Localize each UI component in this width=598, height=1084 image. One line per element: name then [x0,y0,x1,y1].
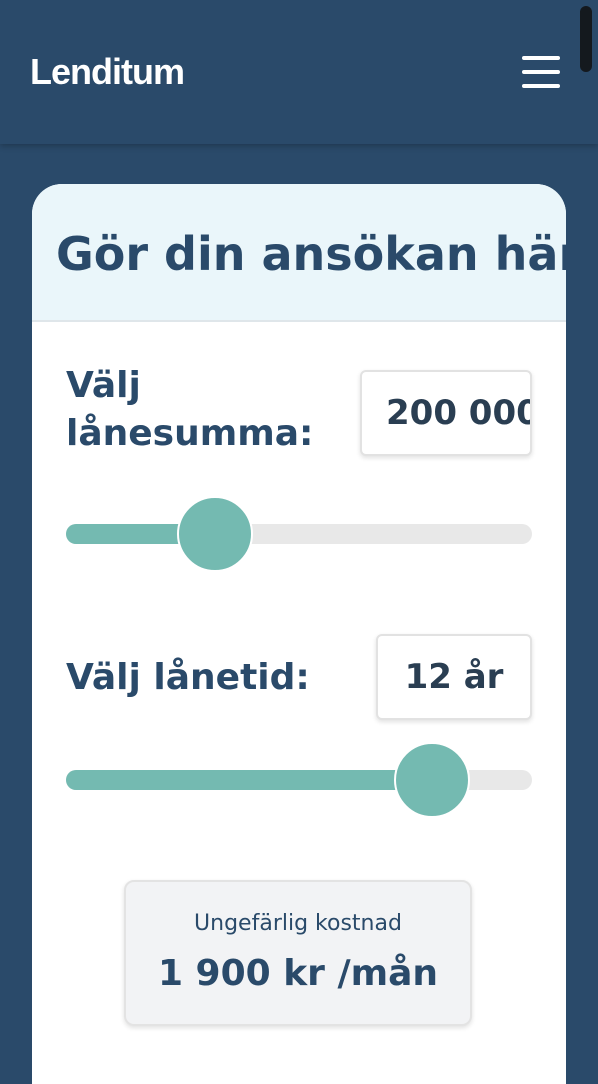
menu-line [522,56,560,60]
term-slider-fill [66,770,432,790]
scrollbar-thumb[interactable] [580,6,592,72]
menu-line [522,70,560,74]
cost-value: 1 900 kr /mån [157,953,439,994]
amount-slider-thumb[interactable] [177,496,254,572]
hamburger-menu-icon[interactable] [522,56,560,88]
term-label: Välj lånetid: [66,657,310,698]
amount-slider[interactable] [66,496,532,572]
term-input[interactable]: 12 år [376,634,532,720]
term-slider-thumb[interactable] [393,742,470,818]
amount-label: Välj lånesumma: [66,365,314,454]
site-header: Lenditum [0,0,598,144]
application-card: Gör din ansökan här Välj lånesumma: 200 … [32,184,566,1084]
menu-line [522,84,560,88]
lenditum-logo[interactable]: Lenditum [30,52,185,92]
term-slider[interactable] [66,742,532,818]
card-title: Gör din ansökan här [56,227,566,281]
cost-label: Ungefärlig kostnad [194,911,402,936]
cost-summary: Ungefärlig kostnad 1 900 kr /mån [124,880,472,1026]
amount-input[interactable]: 200 000 [360,370,532,456]
card-header: Gör din ansökan här [32,184,566,322]
